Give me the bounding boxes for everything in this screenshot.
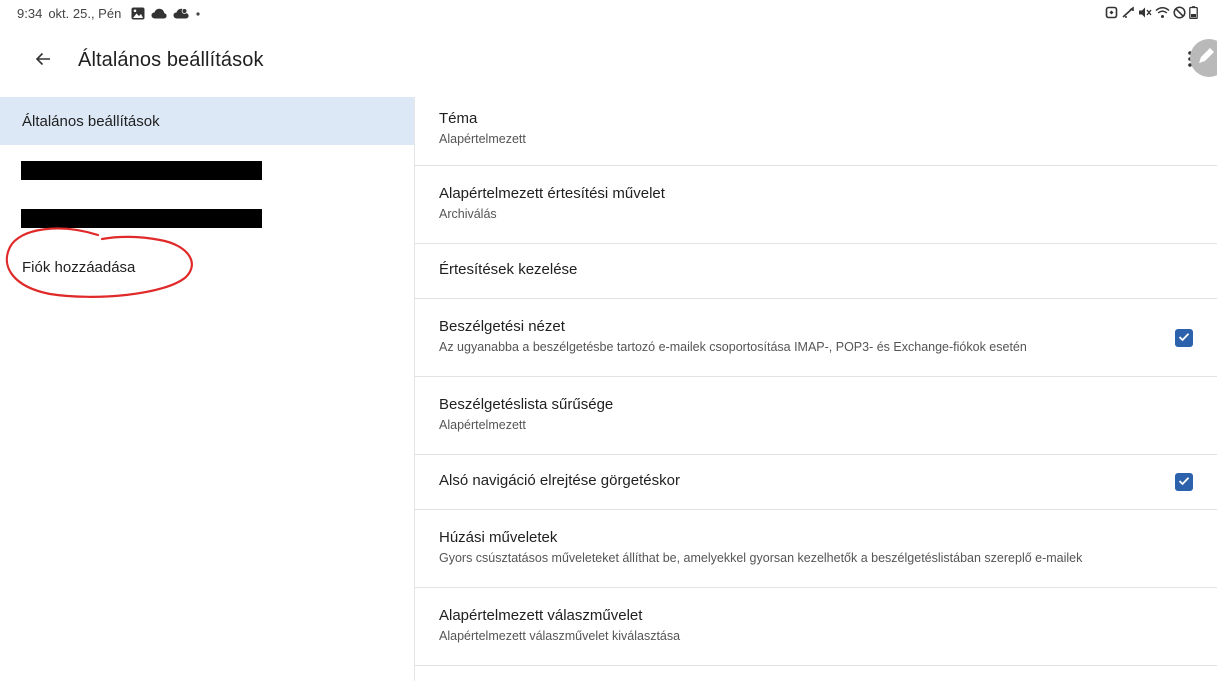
setting-title: Húzási műveletek [439,529,558,546]
setting-title: Beszélgetéslista sűrűsége [439,396,614,413]
setting-default-reply-action[interactable]: Alapértelmezett válaszművelet Alapértelm… [415,588,1217,666]
check-icon [1178,329,1190,347]
setting-summary: Archiválás [439,207,497,221]
setting-title: Értesítések kezelése [439,261,578,278]
arrow-left-icon [35,51,51,72]
setting-swipe-actions[interactable]: Húzási műveletek Gyors csúsztatásos műve… [415,510,1217,588]
status-date: okt. 25., Pén [48,6,122,21]
bluetooth-icon [1121,6,1135,24]
setting-title: Alapértelmezett értesítési művelet [439,185,665,202]
setting-title: Alsó navigáció elrejtése görgetéskor [439,472,680,489]
hide-bottom-nav-checkbox[interactable] [1175,473,1193,491]
setting-summary: Gyors csúsztatásos műveleteket állíthat … [439,551,1083,565]
sidebar-item-account-2[interactable] [0,193,414,241]
setting-manage-notifications[interactable]: Értesítések kezelése [415,244,1217,299]
setting-title: Alapértelmezett válaszművelet [439,607,643,624]
setting-summary: Alapértelmezett [439,418,526,432]
redaction-bar [21,209,262,228]
setting-conversation-list-density[interactable]: Beszélgetéslista sűrűsége Alapértelmezet… [415,377,1217,455]
dnd-icon [1173,6,1186,24]
page-title: Általános beállítások [78,49,264,71]
setting-summary: Alapértelmezett [439,132,526,146]
status-bar: 9:34 okt. 25., Pén [0,0,1217,30]
sidebar: Általános beállítások Fiók hozzáadása [0,97,414,289]
status-left: 9:34 okt. 25., Pén [17,6,207,21]
setting-title: Téma [439,110,478,127]
setting-hide-bottom-nav[interactable]: Alsó navigáció elrejtése görgetéskor [415,455,1217,510]
setting-conversation-view[interactable]: Beszélgetési nézet Az ugyanabba a beszél… [415,299,1217,377]
settings-list: Téma Alapértelmezett Alapértelmezett ért… [415,97,1217,666]
conversation-view-checkbox[interactable] [1175,328,1193,347]
wifi-icon [1155,6,1170,24]
nfc-icon [1105,6,1118,24]
sidebar-item-label: Általános beállítások [22,112,160,130]
top-app-bar: Általános beállítások [0,40,1217,80]
sidebar-item-label: Fiók hozzáadása [22,258,136,276]
status-right [1105,6,1198,24]
redaction-bar [21,161,262,180]
setting-title: Beszélgetési nézet [439,318,565,335]
sidebar-item-general-settings[interactable]: Általános beállítások [0,97,414,145]
sidebar-item-account-1[interactable] [0,145,414,193]
dot-icon [195,11,201,17]
cloud-sync-icon [173,8,189,19]
check-icon [1178,473,1190,491]
battery-icon [1189,6,1198,24]
sidebar-item-add-account[interactable]: Fiók hozzáadása [0,241,414,289]
image-icon [131,7,145,20]
setting-default-notification-action[interactable]: Alapértelmezett értesítési művelet Archi… [415,166,1217,244]
mute-icon [1138,6,1152,24]
edit-icon [1196,46,1216,71]
setting-summary: Az ugyanabba a beszélgetésbe tartozó e-m… [439,340,1027,354]
cloud-icon [151,8,167,19]
back-button[interactable] [30,48,56,74]
setting-theme[interactable]: Téma Alapértelmezett [415,97,1217,166]
setting-summary: Alapértelmezett válaszművelet kiválasztá… [439,629,681,643]
status-time: 9:34 [17,6,43,21]
